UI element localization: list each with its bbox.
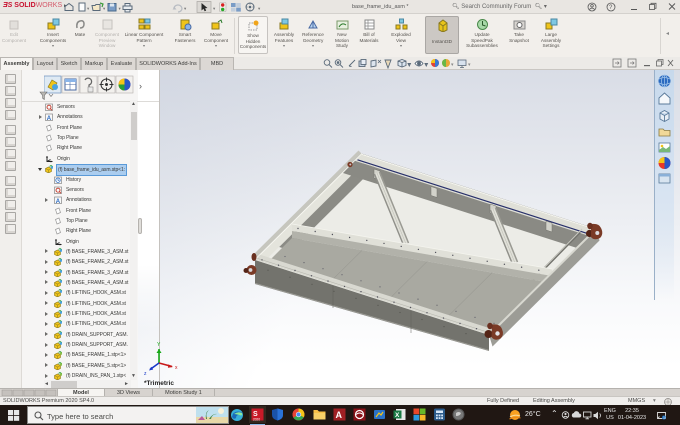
svg-text:2020: 2020 [253,418,260,422]
svg-text:▾: ▾ [87,6,90,11]
svg-text:▾: ▾ [213,6,216,11]
svg-text:▾: ▾ [425,62,428,68]
svg-text:A: A [336,410,343,420]
svg-text:▾: ▾ [119,6,122,11]
svg-text:›: › [139,81,142,91]
svg-text:X: X [395,412,400,419]
svg-text:▾: ▾ [103,6,106,11]
svg-text:z: z [144,371,147,377]
svg-text:19: 19 [663,415,666,420]
svg-text:▾: ▾ [258,6,261,11]
svg-text:?: ? [609,5,613,11]
svg-text:x: x [175,365,178,371]
svg-text:▾: ▾ [408,62,411,68]
svg-text:A: A [56,199,61,204]
svg-text:▾: ▾ [184,6,187,11]
svg-text:Y: Y [157,342,161,348]
svg-text:▾: ▾ [451,62,454,68]
svg-text:A: A [47,116,52,121]
svg-text:▾: ▾ [468,62,471,68]
